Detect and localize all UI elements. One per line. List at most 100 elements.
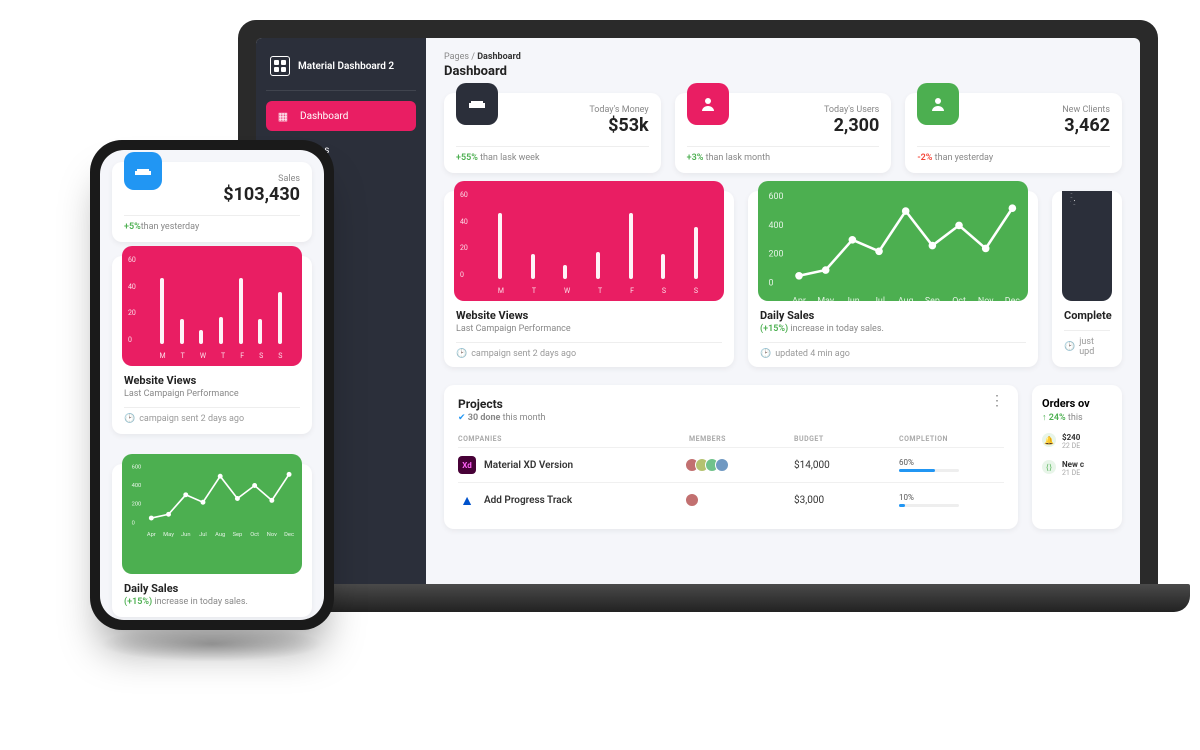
bar-chart: 6040200MTWTFSS (454, 181, 724, 301)
page-title: Dashboard (444, 64, 1122, 79)
table-row[interactable]: XdMaterial XD Version $14,000 60% (458, 447, 1004, 482)
code-icon: ⟨⟩ (1042, 460, 1056, 474)
bar (160, 278, 164, 344)
svg-text:0: 0 (769, 279, 774, 289)
clock-icon: 🕑 (124, 414, 135, 424)
svg-text:Nov: Nov (267, 532, 277, 538)
laptop-mockup: Material Dashboard 2 ▦Dashboard▤Tables P… (238, 20, 1158, 590)
svg-text:Jun: Jun (845, 296, 860, 306)
bar (596, 252, 600, 279)
person-icon (917, 83, 959, 125)
clock-icon: 🕑 (1064, 342, 1075, 352)
orders-subtitle: ↑ 24% this (1042, 412, 1112, 423)
sidebar-item-dashboard[interactable]: ▦Dashboard (266, 101, 416, 131)
svg-text:Jul: Jul (199, 532, 207, 538)
timeline-item: ⟨⟩ New c21 DE (1042, 460, 1112, 477)
phone-stat-card: Sales $103,430 +5%than yesterday (112, 162, 312, 242)
line-chart: 0200400600AprMayJunJulAugSepOctNovDec (758, 181, 1028, 301)
stat-delta: +3% than lask month (687, 146, 880, 163)
svg-text:Apr: Apr (147, 532, 156, 538)
company-logo: ▲ (458, 491, 476, 509)
bar (239, 278, 243, 344)
breadcrumb: Pages / Dashboard (444, 52, 1122, 62)
bar (531, 254, 535, 279)
stat-card: New Clients 3,462 -2% than yesterday (905, 93, 1122, 173)
budget: $3,000 (794, 495, 899, 506)
nav-icon: ▦ (276, 109, 290, 123)
svg-text:Jul: Jul (873, 296, 885, 306)
orders-card: Orders ov ↑ 24% this 🔔 $24022 DE ⟨⟩ New c… (1032, 385, 1122, 529)
bar (180, 319, 184, 344)
svg-text:400: 400 (769, 221, 784, 231)
more-icon[interactable]: ⋮ (990, 397, 1004, 405)
weekend-icon (124, 152, 162, 190)
bar (629, 213, 633, 279)
budget: $14,000 (794, 460, 899, 471)
chart-card: 0200400600Apr Complete 🕑just upd (1052, 191, 1122, 367)
stat-delta: +55% than lask week (456, 146, 649, 163)
chart-card: 0200400600AprMayJunJulAugSepOctNovDec Da… (748, 191, 1038, 367)
svg-text:600: 600 (769, 192, 784, 202)
person-icon (687, 83, 729, 125)
phone-chart-card-sales: 0200400600AprMayJunJulAugSepOctNovDec Da… (112, 464, 312, 617)
bar (199, 330, 203, 344)
member-avatars (689, 493, 794, 507)
bar-chart: 6040200MTWTFSS (122, 246, 302, 366)
weekend-icon (456, 83, 498, 125)
arrow-up-icon: ↑ (1042, 413, 1049, 423)
bar (694, 227, 698, 279)
bell-icon: 🔔 (1042, 433, 1056, 447)
completion: 60% (899, 458, 1004, 472)
bar (278, 292, 282, 344)
timeline-item: 🔔 $24022 DE (1042, 433, 1112, 450)
svg-text:200: 200 (769, 250, 784, 260)
line-chart: 0200400600Apr (1062, 191, 1112, 301)
company-logo: Xd (458, 456, 476, 474)
bar (563, 265, 567, 279)
bar (219, 317, 223, 344)
line-chart: 0200400600AprMayJunJulAugSepOctNovDec (122, 454, 302, 574)
svg-text:600: 600 (132, 465, 142, 471)
brand-icon (270, 56, 290, 76)
svg-text:Apr: Apr (1074, 203, 1076, 205)
projects-card: Projects ✔ 30 done this month ⋮ COMPANIE… (444, 385, 1018, 529)
svg-text:Nov: Nov (978, 296, 994, 306)
stat-card: Today's Users 2,300 +3% than lask month (675, 93, 892, 173)
bar (258, 319, 262, 344)
completion: 10% (899, 493, 1004, 507)
clock-icon: 🕑 (456, 349, 467, 359)
bar (661, 254, 665, 279)
projects-title: Projects (458, 397, 546, 411)
svg-text:Sep: Sep (925, 296, 940, 306)
svg-text:200: 200 (1070, 197, 1072, 199)
brand-label: Material Dashboard 2 (298, 61, 394, 72)
chart-card: 6040200MTWTFSS Website Views Last Campai… (444, 191, 734, 367)
table-row[interactable]: ▲Add Progress Track $3,000 10% (458, 482, 1004, 517)
check-icon: ✔ (458, 413, 466, 423)
svg-text:Aug: Aug (215, 532, 225, 538)
svg-text:400: 400 (132, 483, 142, 489)
svg-text:0: 0 (1070, 201, 1071, 203)
phone-stat-delta: +5%than yesterday (124, 215, 300, 232)
svg-text:Aug: Aug (898, 296, 914, 306)
svg-text:May: May (817, 296, 835, 306)
svg-text:Dec: Dec (1005, 296, 1020, 306)
phone-mockup: Sales $103,430 +5%than yesterday 6040200… (90, 140, 334, 630)
svg-text:200: 200 (132, 502, 142, 508)
projects-subtitle: ✔ 30 done this month (458, 413, 546, 423)
svg-text:400: 400 (1070, 193, 1072, 195)
svg-text:Oct: Oct (250, 532, 259, 538)
stat-delta: -2% than yesterday (917, 146, 1110, 163)
svg-text:Jun: Jun (181, 532, 190, 538)
svg-text:Oct: Oct (952, 296, 966, 306)
svg-text:0: 0 (132, 520, 135, 526)
svg-text:Sep: Sep (233, 532, 243, 538)
svg-text:Apr: Apr (792, 296, 806, 306)
phone-chart-card-views: 6040200MTWTFSS Website Views Last Campai… (112, 256, 312, 434)
bar (498, 213, 502, 279)
member-avatars (689, 458, 794, 472)
stat-card: Today's Money $53k +55% than lask week (444, 93, 661, 173)
orders-title: Orders ov (1042, 397, 1112, 410)
main-content: Pages / Dashboard Dashboard Today's Mone… (426, 38, 1140, 590)
svg-text:Dec: Dec (284, 532, 294, 538)
